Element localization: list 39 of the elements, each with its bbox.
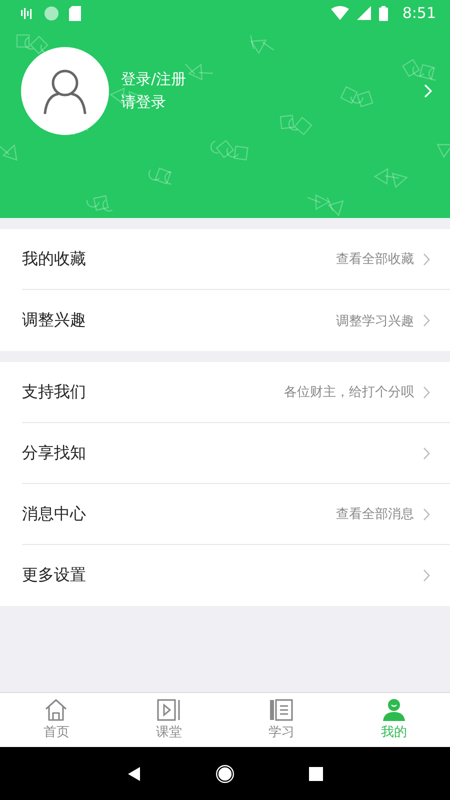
- notebook-icon: [269, 699, 294, 721]
- sd-card-icon: [69, 6, 81, 20]
- menu-item-label: 我的收藏: [22, 248, 87, 270]
- recents-icon[interactable]: [309, 766, 323, 780]
- home-icon: [44, 699, 68, 721]
- status-time: 8:51: [402, 4, 436, 22]
- play-icon: [156, 699, 181, 721]
- menu-item[interactable]: 调整兴趣 调整学习兴趣: [22, 290, 450, 351]
- chevron-right-icon: [423, 252, 430, 266]
- back-icon[interactable]: [127, 766, 141, 780]
- cell-signal-icon: [357, 6, 372, 20]
- menu-item-label: 消息中心: [22, 504, 87, 524]
- menu-item-hint: 查看全部消息: [336, 506, 414, 523]
- chevron-right-icon: [423, 314, 430, 327]
- login-prompt: 请登录: [121, 92, 166, 113]
- person-icon: [42, 68, 88, 114]
- menu-item[interactable]: 分享找知: [22, 423, 450, 484]
- menu-item[interactable]: 消息中心 查看全部消息: [22, 484, 450, 545]
- menu-item-label: 分享找知: [22, 442, 87, 464]
- menu-item-hint: 各位财主，给打个分呗: [284, 384, 414, 401]
- menu-item-label: 支持我们: [22, 382, 87, 402]
- chevron-right-icon: [423, 569, 430, 582]
- menu-item-hint: 查看全部收藏: [336, 251, 414, 268]
- menu-item-hint: 调整学习兴趣: [336, 312, 414, 330]
- home-button-icon[interactable]: [215, 764, 235, 784]
- menu-item[interactable]: 更多设置: [22, 545, 450, 606]
- menu-item[interactable]: 支持我们 各位财主，给打个分呗: [22, 362, 450, 423]
- battery-icon: [379, 6, 388, 20]
- chevron-right-icon: [423, 386, 430, 398]
- chevron-right-icon: [423, 508, 430, 520]
- menu-item-label: 调整兴趣: [22, 310, 87, 331]
- wifi-icon: [331, 6, 350, 20]
- menu-item[interactable]: 我的收藏 查看全部收藏: [22, 229, 450, 290]
- tab[interactable]: 学习: [225, 693, 338, 747]
- circle-icon: [44, 6, 59, 20]
- menu-item-label: 更多设置: [22, 565, 87, 586]
- chevron-right-icon: [423, 446, 430, 460]
- person-icon: [382, 699, 406, 721]
- signal-bars-icon: [20, 6, 34, 20]
